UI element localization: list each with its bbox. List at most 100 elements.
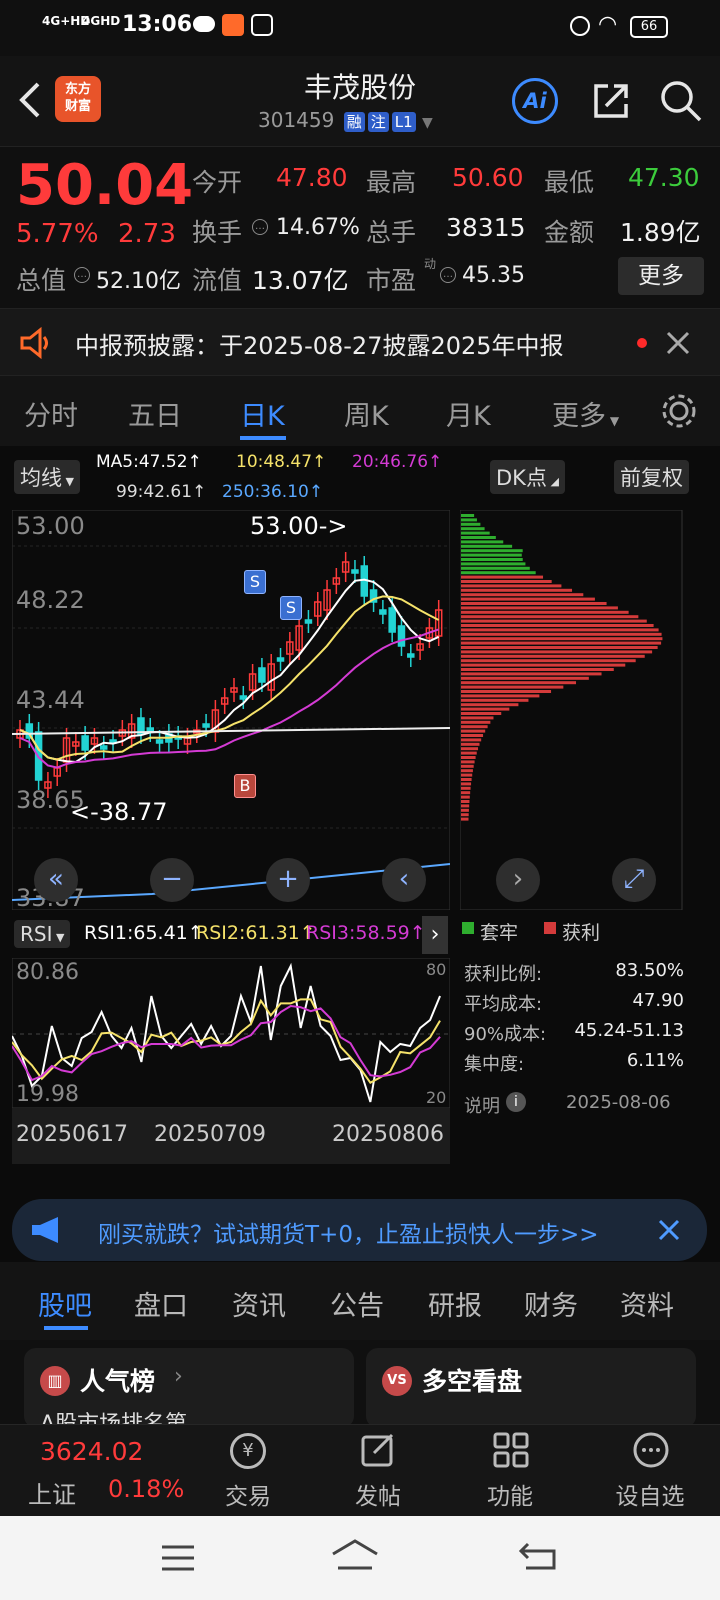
post-edit-icon <box>361 1433 394 1467</box>
rsi3-readout: RSI3:58.59↑ <box>306 922 426 944</box>
chip-next-button[interactable]: › <box>496 858 540 902</box>
vs-icon: VS <box>382 1366 412 1396</box>
back-icon[interactable] <box>18 80 42 120</box>
pe-dynamic-mark: 动 <box>424 257 437 271</box>
chip-bar <box>461 624 654 627</box>
chip-row-label: 获利比例: <box>464 964 543 985</box>
tab-research[interactable]: 研报 <box>428 1284 482 1323</box>
status-bar: 4G+HD 4GHD 13:06 ◠ 66 <box>0 0 720 56</box>
chip-bar <box>461 518 477 522</box>
home-icon[interactable] <box>330 1538 380 1572</box>
eastmoney-logo: 东方 财富 <box>55 76 101 122</box>
adjust-select[interactable]: 前复权 <box>614 460 689 494</box>
dropdown-icon[interactable]: ▼ <box>422 115 433 131</box>
stock-code-row: 301459 融注 L1 ▼ <box>258 108 433 132</box>
zoom-in-button[interactable]: + <box>266 858 310 902</box>
close-icon[interactable] <box>658 1219 680 1241</box>
tab-daily-k[interactable]: 日K <box>240 394 285 433</box>
chip-row-value: 45.24-51.13 <box>574 1020 684 1041</box>
dock-function[interactable]: 功能 <box>465 1477 555 1511</box>
chip-bar <box>461 725 488 729</box>
tab-pankou[interactable]: 盘口 <box>134 1284 188 1323</box>
chip-bar <box>461 637 663 641</box>
info-icon[interactable]: … <box>74 267 90 283</box>
settings-gear-icon[interactable] <box>660 392 698 430</box>
sell-signal-marker[interactable]: S <box>280 596 302 620</box>
date-label-2: 20250709 <box>154 1122 266 1147</box>
index-name[interactable]: 上证 <box>28 1475 76 1510</box>
kline-chart-area: 均线 ▼ MA5:47.52↑ 10:48.47↑ 20:46.76↑ 99:4… <box>0 446 720 1266</box>
ma20-readout: 20:46.76↑ <box>352 452 443 472</box>
chip-bar <box>461 562 526 566</box>
promo-banner[interactable]: 刚买就跌？试试期货T+0，止盈止损快人一步>> <box>12 1199 707 1261</box>
quote-panel: 50.04 5.77% 2.73 今开 47.80 最高 50.60 最低 47… <box>0 146 720 308</box>
indicator-next-button[interactable]: › <box>422 916 448 954</box>
tab-finance[interactable]: 财务 <box>524 1284 578 1323</box>
zoom-out-button[interactable]: − <box>150 858 194 902</box>
tab-guba[interactable]: 股吧 <box>38 1284 92 1323</box>
chip-bar <box>461 650 653 654</box>
date-label-3: 20250806 <box>332 1122 444 1147</box>
chip-bar <box>461 584 562 588</box>
back-nav-icon[interactable] <box>518 1540 558 1572</box>
chip-bar <box>461 641 662 645</box>
ai-button[interactable]: Ai <box>512 78 558 124</box>
chip-bar <box>461 681 577 685</box>
menu-icon[interactable] <box>160 1544 196 1572</box>
chip-bar <box>461 764 474 768</box>
pe-value: 45.35 <box>462 263 525 288</box>
rsi-type-select[interactable]: RSI ▼ <box>14 920 71 948</box>
more-button[interactable]: 更多 <box>618 257 704 295</box>
index-percent[interactable]: 0.18% <box>108 1475 184 1503</box>
tab-intraday[interactable]: 分时 <box>24 394 78 433</box>
dock-trade[interactable]: 交易 <box>203 1477 293 1511</box>
chip-distribution-chart <box>460 510 683 910</box>
info-icon[interactable]: i <box>506 1092 526 1112</box>
volume-label: 总手 <box>366 218 417 247</box>
candle-body <box>155 739 164 744</box>
tab-profile[interactable]: 资料 <box>620 1284 674 1323</box>
notice-bar[interactable]: 中报预披露：于2025-08-27披露2025年中报 <box>0 308 720 376</box>
bull-bear-card[interactable]: VS 多空看盘 <box>366 1348 696 1428</box>
buy-signal-marker[interactable]: B <box>234 774 256 798</box>
chip-bar <box>461 540 504 544</box>
scroll-left-fast-button[interactable]: « <box>34 858 78 902</box>
dock-post[interactable]: 发帖 <box>333 1477 423 1511</box>
tab-weekly-k[interactable]: 周K <box>344 394 389 433</box>
high-annotation: 53.00-> <box>250 512 348 540</box>
chip-bar <box>461 734 484 737</box>
chip-row-label: 90%成本: <box>464 1024 547 1045</box>
dk-point-toggle[interactable]: DK点 ◢ <box>490 460 565 494</box>
ma-type-select[interactable]: 均线 ▼ <box>14 460 80 494</box>
chip-bar <box>461 800 470 803</box>
index-value[interactable]: 3624.02 <box>40 1437 143 1466</box>
profit-legend-swatch <box>544 922 556 934</box>
tab-monthly-k[interactable]: 月K <box>446 394 491 433</box>
video-icon <box>251 14 273 36</box>
app-notification-icon <box>222 14 244 36</box>
search-icon[interactable] <box>658 78 704 124</box>
popularity-card[interactable]: ▥ 人气榜 › A股市场排名第 <box>24 1348 354 1437</box>
chip-bar <box>461 778 472 781</box>
expand-icon[interactable]: ⤢ <box>612 858 656 902</box>
rsi-y-top: 80.86 <box>16 960 79 985</box>
stock-name: 丰茂股份 <box>303 71 416 104</box>
sell-signal-marker[interactable]: S <box>244 570 266 594</box>
tab-more[interactable]: 更多 ▼ <box>552 394 619 433</box>
share-icon[interactable] <box>590 80 632 122</box>
y-label-3: 43.44 <box>16 686 85 714</box>
tab-news[interactable]: 资讯 <box>232 1284 286 1323</box>
chip-bar <box>461 619 647 623</box>
close-icon[interactable] <box>666 331 690 355</box>
card-title: 多空看盘 <box>422 1367 523 1396</box>
dock-add-watchlist[interactable]: 设自选 <box>605 1477 695 1511</box>
profit-legend: 获利 <box>562 922 601 944</box>
info-icon[interactable]: … <box>252 219 268 235</box>
chip-row-value: 6.11% <box>626 1050 684 1071</box>
tab-announcements[interactable]: 公告 <box>330 1284 384 1323</box>
ma5-readout: MA5:47.52↑ <box>96 452 202 472</box>
tab-five-day[interactable]: 五日 <box>128 394 182 433</box>
scroll-left-button[interactable]: ‹ <box>382 858 426 902</box>
system-nav-bar <box>0 1516 720 1600</box>
info-icon[interactable]: … <box>440 267 456 283</box>
